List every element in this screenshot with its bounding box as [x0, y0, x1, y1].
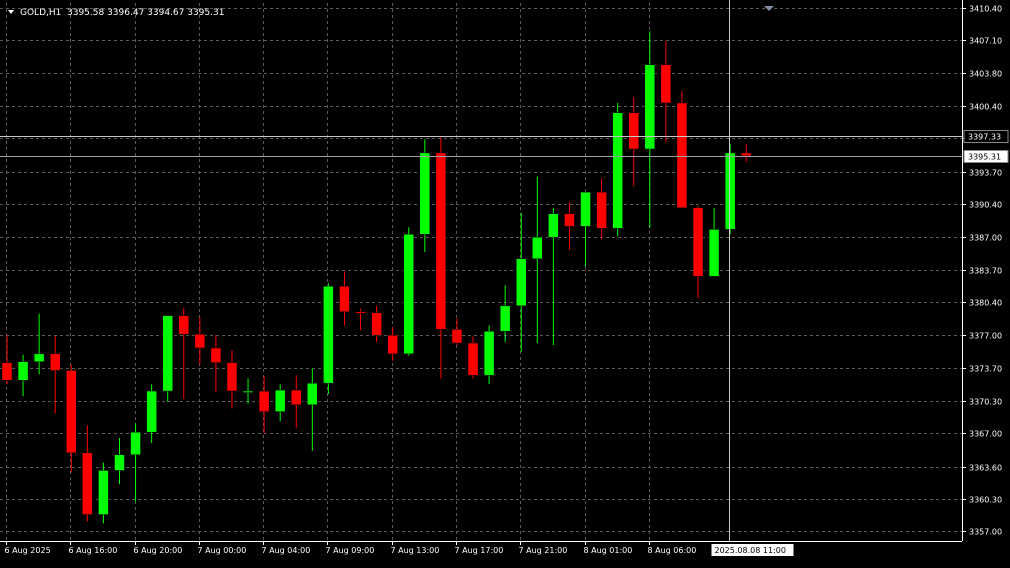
candle-body-bear — [596, 191, 607, 229]
candle-body-bull — [515, 258, 527, 307]
candle-body-bear — [435, 152, 447, 330]
x-tick-label: 7 Aug 00:00 — [198, 546, 247, 555]
candle-body-bull — [242, 390, 254, 393]
candle-body-bear — [467, 342, 479, 376]
current-price-tag: 3395.31 — [968, 153, 1001, 162]
candle-body-bear — [387, 334, 398, 355]
x-tick-label: 7 Aug 17:00 — [455, 546, 504, 555]
y-tick-label: 3360.30 — [969, 496, 1002, 505]
candlestick-chart[interactable]: 3410.403407.103403.803400.403397.103393.… — [0, 0, 1010, 563]
candle-body-bear — [355, 311, 366, 314]
candle-body-bull — [274, 389, 286, 412]
candle-body-bull — [114, 454, 125, 471]
x-tick-label: 7 Aug 13:00 — [391, 546, 440, 555]
candle-body-bear — [82, 452, 93, 515]
candle-body-bull — [146, 390, 157, 433]
candle-body-bull — [403, 234, 414, 355]
crosshair-time-label: 2025.08.08 11:00 — [715, 546, 786, 555]
candle-body-bull — [17, 361, 29, 381]
candle-body-bear — [371, 312, 382, 336]
candle-body-bull — [33, 353, 45, 362]
candle-body-bear — [660, 64, 672, 104]
x-tick-label: 6 Aug 16:00 — [69, 546, 118, 555]
candle-body-bear — [1, 362, 13, 381]
y-tick-label: 3410.40 — [969, 5, 1002, 14]
candle-body-bull — [708, 229, 720, 277]
candle-body-bull — [419, 152, 431, 235]
x-tick-label: 6 Aug 2025 — [5, 546, 51, 555]
candle-body-bear — [66, 370, 77, 454]
candle-body-bull — [98, 470, 109, 515]
candle-body-bear — [339, 285, 350, 312]
y-tick-label: 3373.70 — [969, 365, 1002, 374]
x-tick-label: 7 Aug 09:00 — [326, 546, 375, 555]
chart-canvas[interactable]: 3410.403407.103403.803400.403397.103393.… — [0, 0, 1010, 563]
ohlc-values: 3395.58 3396.47 3394.67 3395.31 — [67, 8, 224, 18]
candle-body-bear — [226, 362, 238, 392]
y-tick-label: 3387.00 — [969, 234, 1002, 243]
candle-body-bear — [564, 213, 575, 227]
symbol-label: GOLD,H1 — [20, 8, 61, 18]
candle-body-bear — [49, 353, 61, 371]
candle-body-bear — [628, 112, 639, 150]
y-tick-label: 3370.30 — [969, 398, 1002, 407]
x-tick-label: 8 Aug 01:00 — [584, 546, 633, 555]
candle-body-bull — [548, 213, 559, 238]
candle-body-bull — [130, 431, 141, 456]
candle-body-bear — [676, 102, 688, 209]
x-tick-label: 8 Aug 06:00 — [648, 546, 697, 555]
candle-body-bear — [194, 333, 206, 349]
candle-body-bull — [483, 331, 495, 376]
candle-body-bear — [692, 207, 704, 277]
y-tick-label: 3400.40 — [969, 103, 1002, 112]
candle-body-bull — [499, 305, 511, 332]
x-tick-label: 6 Aug 20:00 — [134, 546, 183, 555]
candle-body-bear — [258, 390, 270, 412]
x-tick-label: 7 Aug 21:00 — [519, 546, 568, 555]
candle-body-bear — [291, 389, 302, 406]
candle-body-bull — [612, 112, 623, 229]
candle-body-bull — [580, 191, 591, 227]
candle-body-bear — [740, 152, 752, 157]
y-tick-label: 3367.00 — [969, 430, 1002, 439]
chart-background — [0, 0, 1010, 563]
y-tick-label: 3363.60 — [969, 464, 1002, 473]
y-tick-label: 3407.10 — [969, 37, 1002, 46]
candle-body-bull — [532, 236, 543, 260]
candle-body-bull — [307, 382, 318, 406]
candle-body-bull — [323, 285, 334, 384]
candle-body-bear — [451, 329, 463, 344]
y-tick-label: 3380.40 — [969, 299, 1002, 308]
x-tick-label: 7 Aug 04:00 — [262, 546, 311, 555]
y-tick-label: 3383.70 — [969, 267, 1002, 276]
candle-body-bear — [210, 347, 222, 363]
candle-body-bear — [178, 315, 190, 335]
candle-body-bull — [162, 315, 173, 392]
y-tick-label: 3393.70 — [969, 169, 1002, 178]
candle-body-bull — [724, 152, 736, 230]
y-tick-label: 3403.80 — [969, 70, 1002, 79]
y-tick-label: 3377.00 — [969, 332, 1002, 341]
y-tick-label: 3390.40 — [969, 201, 1002, 210]
y-tick-label: 3357.00 — [969, 528, 1002, 537]
horizontal-line-price-tag: 3397.33 — [968, 133, 1001, 142]
